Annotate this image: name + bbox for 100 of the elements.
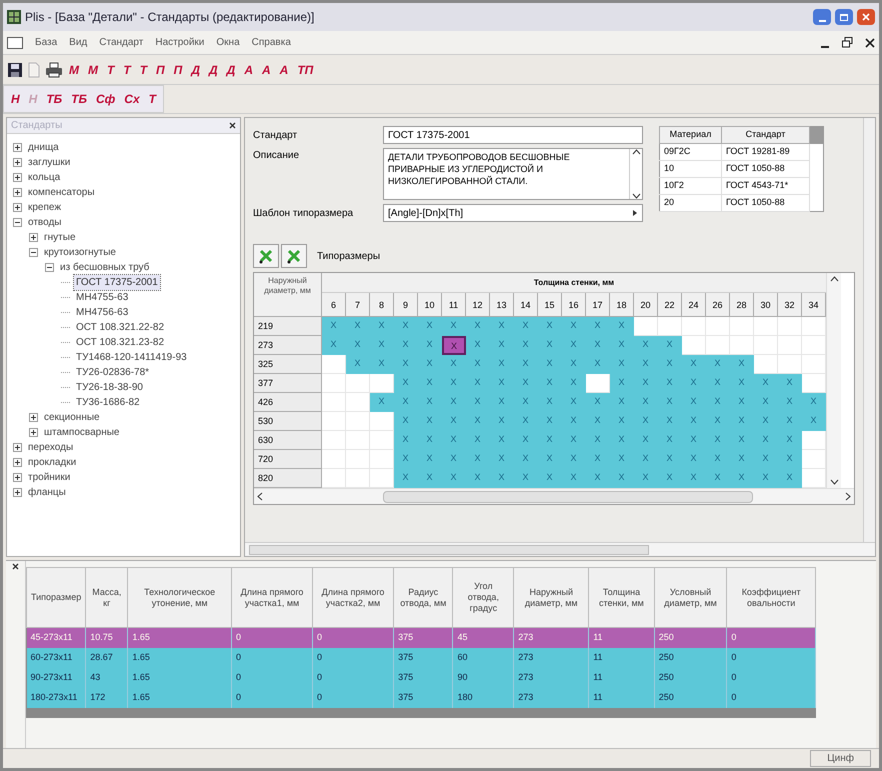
scroll-right-icon[interactable] [845,492,851,501]
tree-item[interactable]: ТУ26-02836-78* [74,365,152,380]
toolbar-button[interactable]: Т [136,60,150,80]
grid-cell[interactable] [754,317,778,336]
grid-cell[interactable]: X [442,374,466,393]
column-header[interactable]: 17 [586,293,610,317]
grid-cell[interactable]: X [778,393,802,412]
expand-icon[interactable] [13,188,22,197]
grid-cell[interactable]: X [634,393,658,412]
grid-cell[interactable]: X [778,412,802,431]
grid-cell[interactable]: X [466,469,490,488]
row-header[interactable]: 273 [254,336,322,355]
menu-item[interactable]: Вид [69,35,88,50]
column-header[interactable]: 9 [394,293,418,317]
grid-cell[interactable] [802,374,826,393]
size-action-button[interactable] [253,244,279,268]
tree-item[interactable]: ТУ1468-120-1411419-93 [74,350,189,365]
grid-cell[interactable]: X [562,355,586,374]
toolbar-button[interactable]: П [153,60,168,80]
grid-cell[interactable]: X [370,355,394,374]
grid-cell[interactable] [682,336,706,355]
horizontal-scrollbar[interactable] [254,488,854,504]
column-header[interactable]: Стандарт [722,126,810,144]
column-header[interactable]: 14 [514,293,538,317]
toolbar-button[interactable]: А [241,60,256,80]
grid-cell[interactable] [802,355,826,374]
grid-cell[interactable]: X [322,317,346,336]
grid-cell[interactable]: X [466,336,490,355]
grid-cell[interactable]: X [730,450,754,469]
column-header[interactable]: 13 [490,293,514,317]
grid-cell[interactable]: X [514,317,538,336]
grid-cell[interactable]: X [346,355,370,374]
grid-cell[interactable]: X [634,450,658,469]
grid-cell[interactable] [682,317,706,336]
grid-cell[interactable]: X [706,431,730,450]
expand-icon[interactable] [13,473,22,482]
grid-cell[interactable]: X [514,450,538,469]
toolbar-button[interactable]: Д [224,60,238,80]
grid-cell[interactable]: X [658,431,682,450]
grid-cell[interactable]: X [394,336,418,355]
toolbar-button[interactable]: ТБ [43,89,66,109]
grid-cell[interactable]: X [658,469,682,488]
grid-cell[interactable]: X [682,412,706,431]
grid-cell[interactable]: X [418,450,442,469]
expand-icon[interactable] [29,413,38,422]
grid-cell[interactable]: X [706,393,730,412]
grid-cell[interactable]: X [466,393,490,412]
grid-cell[interactable] [322,412,346,431]
grid-cell[interactable]: X [466,412,490,431]
row-header[interactable]: 630 [254,431,322,450]
column-header[interactable]: 34 [802,293,826,317]
description-field[interactable]: ДЕТАЛИ ТРУБОПРОВОДОВ БЕСШОВНЫЕ ПРИВАРНЫЕ ИЗ УГЛЕРОДИСТОЙ И НИЗКОЛЕГИРОВАННОЙ СТАЛИ. [383,148,643,200]
grid-cell[interactable] [658,317,682,336]
grid-cell[interactable] [322,355,346,374]
column-header[interactable]: Коэффициент овальности [726,568,816,628]
tree-item[interactable]: ГОСТ 17375-2001 [74,275,160,290]
mdi-restore-icon[interactable] [842,37,853,48]
column-header[interactable]: 20 [634,293,658,317]
column-header[interactable]: Радиус отвода, мм [394,568,453,628]
toolbar-button[interactable]: ТБ [68,89,90,109]
grid-cell[interactable]: X [586,450,610,469]
toolbar-button[interactable]: Т [146,89,159,109]
tree-item[interactable]: переходы [26,440,76,455]
grid-cell[interactable] [346,450,370,469]
grid-cell[interactable]: X [658,374,682,393]
grid-cell[interactable] [802,336,826,355]
column-header[interactable]: Условный диаметр, мм [654,568,727,628]
mdi-close-icon[interactable] [865,38,875,48]
grid-cell[interactable] [802,469,826,488]
grid-cell[interactable]: X [586,431,610,450]
grid-cell[interactable]: X [706,355,730,374]
column-header[interactable]: Длина прямого участка1, мм [232,568,313,628]
column-header[interactable]: 10 [418,293,442,317]
vertical-scrollbar[interactable] [863,118,875,542]
grid-cell[interactable]: X [514,336,538,355]
grid-cell[interactable]: X [586,469,610,488]
grid-cell[interactable]: X [682,431,706,450]
scroll-up-icon[interactable] [830,276,838,282]
grid-cell[interactable]: X [394,317,418,336]
grid-cell[interactable]: X [658,355,682,374]
tree-item[interactable]: ТУ36-1686-82 [74,395,142,410]
grid-cell[interactable]: X [610,431,634,450]
column-header[interactable]: 12 [466,293,490,317]
grid-cell[interactable]: X [802,412,826,431]
table-row[interactable]: 45-273x11 10.75 1.65 0 0 375 45 273 11 250 0 [26,628,816,648]
expand-icon[interactable] [29,233,38,242]
grid-cell[interactable]: X [730,412,754,431]
grid-cell[interactable]: X [418,469,442,488]
grid-cell[interactable]: X [394,374,418,393]
row-header[interactable]: 530 [254,412,322,431]
column-header[interactable]: Наружный диаметр, мм [514,568,589,628]
tree-item[interactable]: компенсаторы [26,185,97,200]
toolbar-button[interactable]: Д [206,60,221,80]
grid-cell[interactable]: X [778,374,802,393]
grid-cell[interactable]: X [610,317,634,336]
grid-cell[interactable]: X [730,374,754,393]
grid-cell[interactable] [346,412,370,431]
close-icon[interactable] [229,122,236,129]
grid-cell[interactable]: X [442,469,466,488]
grid-cell[interactable]: X [394,450,418,469]
